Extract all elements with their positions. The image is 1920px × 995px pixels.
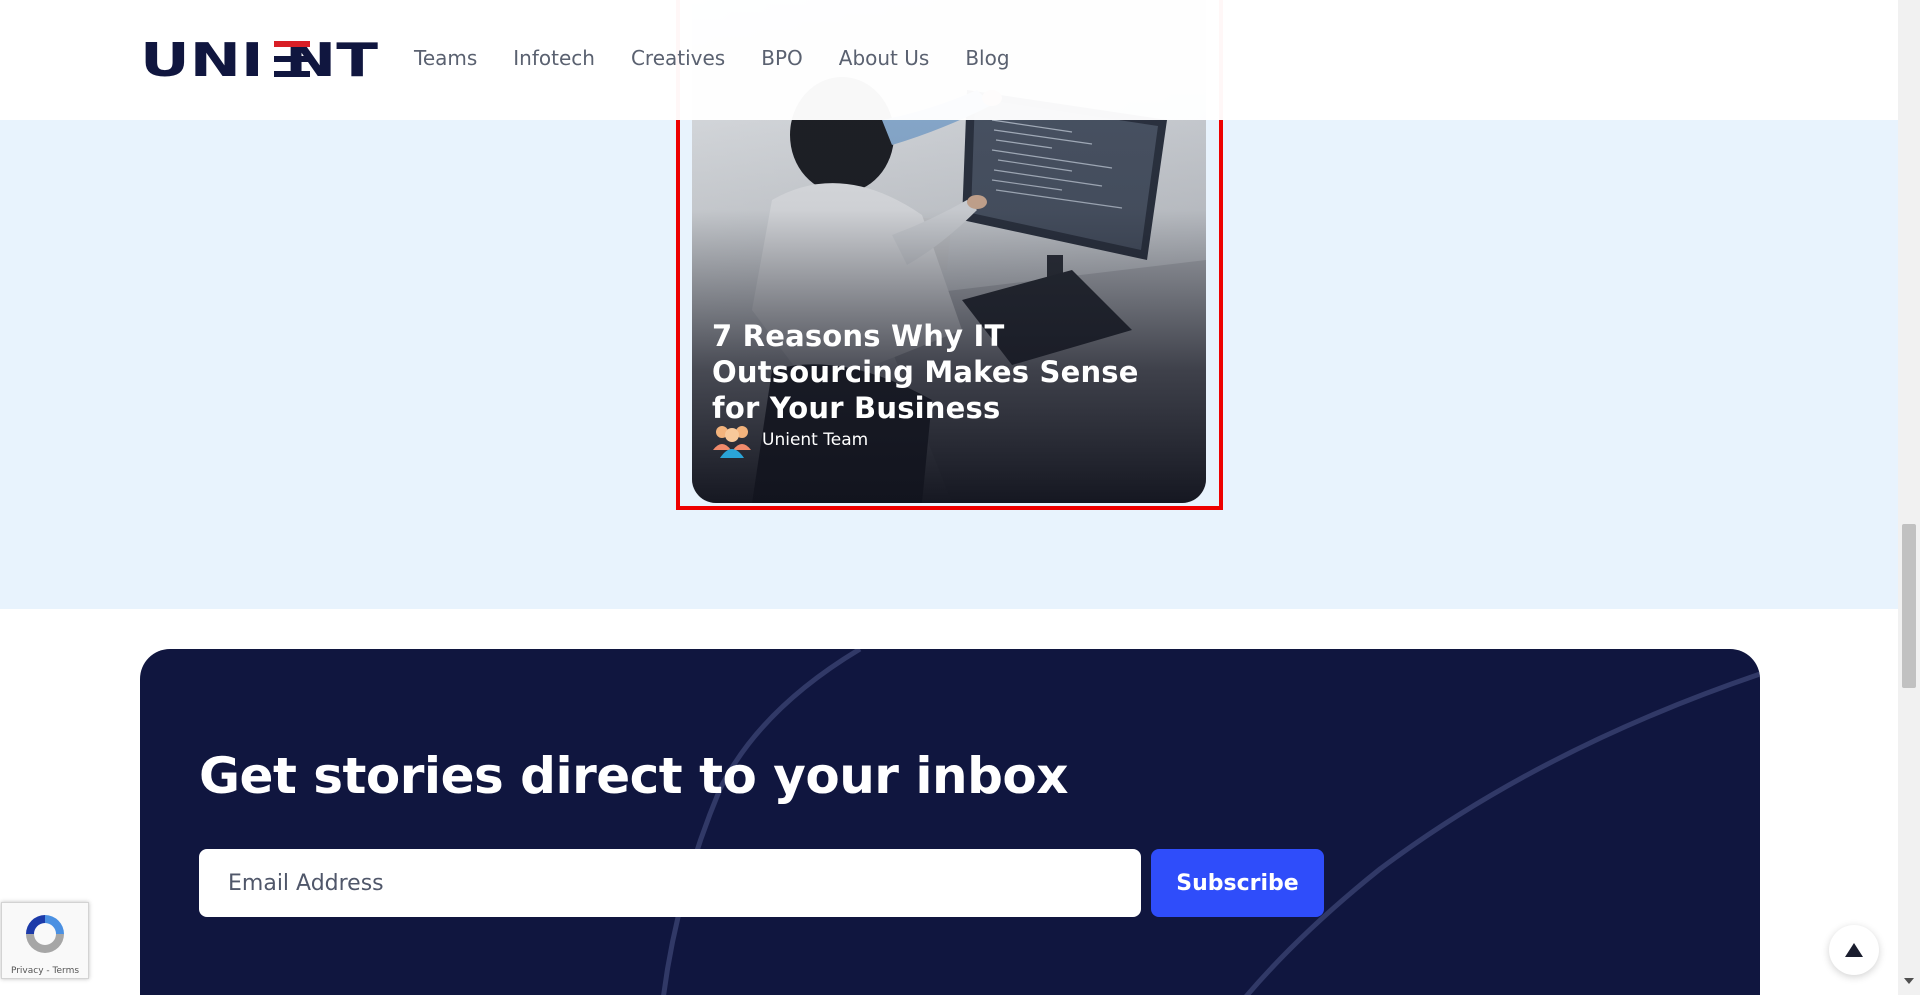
nav-teams[interactable]: Teams bbox=[414, 46, 477, 70]
page-scrollbar[interactable] bbox=[1898, 0, 1920, 995]
email-input[interactable] bbox=[199, 849, 1141, 917]
back-to-top-button[interactable] bbox=[1829, 925, 1879, 975]
arrow-up-icon bbox=[1845, 943, 1863, 957]
nav-bpo[interactable]: BPO bbox=[761, 46, 803, 70]
recaptcha-separator: - bbox=[43, 966, 53, 976]
svg-text:UNI NT: UNI NT bbox=[140, 36, 379, 82]
recaptcha-links: Privacy - Terms bbox=[2, 966, 88, 976]
recaptcha-privacy-link[interactable]: Privacy bbox=[11, 966, 44, 976]
main-nav: Teams Infotech Creatives BPO About Us Bl… bbox=[414, 46, 1046, 70]
nav-creatives[interactable]: Creatives bbox=[631, 46, 725, 70]
site-header: UNI NT Teams Infotech Creatives BPO Abou… bbox=[0, 0, 1898, 120]
newsletter-section: Get stories direct to your inbox Subscri… bbox=[140, 649, 1760, 995]
recaptcha-icon bbox=[26, 915, 64, 953]
scrollbar-thumb[interactable] bbox=[1902, 524, 1916, 688]
nav-blog[interactable]: Blog bbox=[965, 46, 1009, 70]
recaptcha-badge[interactable]: Privacy - Terms bbox=[1, 902, 89, 979]
newsletter-title: Get stories direct to your inbox bbox=[199, 747, 1069, 805]
subscribe-button[interactable]: Subscribe bbox=[1151, 849, 1324, 917]
decorative-arcs bbox=[661, 649, 1760, 995]
scroll-down-arrow-icon[interactable] bbox=[1904, 978, 1914, 984]
recaptcha-terms-link[interactable]: Terms bbox=[53, 966, 80, 976]
unient-logo[interactable]: UNI NT bbox=[140, 36, 380, 82]
page: 7 Reasons Why IT Outsourcing Makes Sense… bbox=[0, 0, 1920, 995]
nav-about-us[interactable]: About Us bbox=[839, 46, 930, 70]
nav-infotech[interactable]: Infotech bbox=[513, 46, 595, 70]
